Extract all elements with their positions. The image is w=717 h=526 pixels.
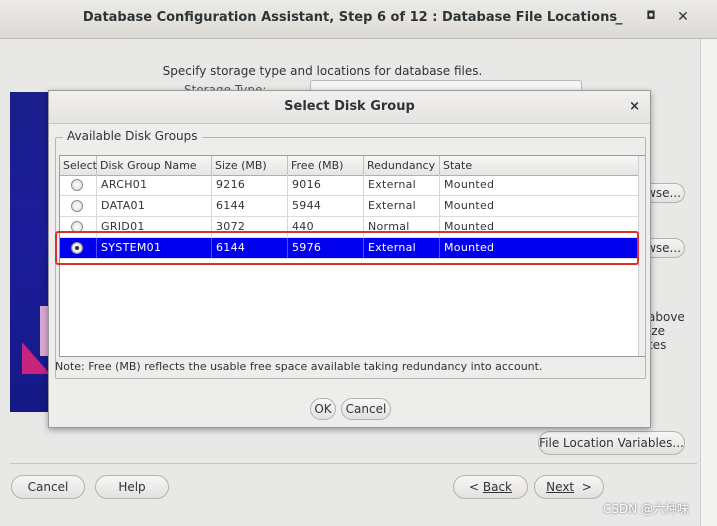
next-label: Next — [546, 480, 575, 494]
disk-group-name: ARCH01 — [97, 175, 212, 195]
table-scrollbar[interactable] — [638, 156, 645, 356]
footer-divider — [10, 463, 697, 464]
column-header-redundancy[interactable]: Redundancy — [364, 156, 440, 175]
file-location-variables-button[interactable]: File Location Variables... — [538, 431, 685, 455]
dialog-title: Select Disk Group — [49, 91, 650, 124]
state: Mounted — [444, 178, 495, 191]
radio-button[interactable] — [71, 179, 83, 191]
back-label: Back — [482, 480, 512, 494]
minimize-icon[interactable]: _ — [609, 9, 629, 25]
state: Mounted — [444, 199, 495, 212]
side-text-line: above — [648, 310, 685, 324]
group-label: Available Disk Groups — [63, 129, 202, 143]
sidebar-art-arrow — [22, 342, 50, 374]
window-title: Database Configuration Assistant, Step 6… — [82, 10, 618, 25]
column-header-select[interactable]: Select — [60, 156, 97, 175]
radio-button[interactable] — [71, 200, 83, 212]
window-scrollbar[interactable] — [700, 39, 717, 526]
column-header-free[interactable]: Free (MB) — [288, 156, 364, 175]
next-button[interactable]: Next > — [534, 475, 604, 499]
window-titlebar[interactable]: Database Configuration Assistant, Step 6… — [0, 0, 717, 39]
ok-button[interactable]: OK — [310, 398, 336, 420]
close-icon[interactable]: ✕ — [673, 9, 693, 25]
table-row[interactable]: DATA01 6144 5944 External Mounted — [60, 196, 638, 217]
free-space-note: Note: Free (MB) reflects the usable free… — [55, 360, 543, 373]
watermark: CSDN @六种味 — [603, 502, 690, 516]
size-mb: 6144 — [212, 196, 288, 216]
table-row[interactable]: ARCH01 9216 9016 External Mounted — [60, 175, 638, 196]
cancel-button[interactable]: Cancel — [11, 475, 85, 499]
column-header-name[interactable]: Disk Group Name — [97, 156, 212, 175]
size-mb: 9216 — [212, 175, 288, 195]
free-mb: 5944 — [288, 196, 364, 216]
dialog-cancel-button[interactable]: Cancel — [341, 398, 391, 420]
disk-group-name: DATA01 — [97, 196, 212, 216]
maximize-icon[interactable]: ◘ — [641, 9, 661, 22]
select-cell — [60, 175, 97, 195]
help-button[interactable]: Help — [95, 475, 169, 499]
instruction-text: Specify storage type and locations for d… — [162, 64, 483, 78]
free-mb: 9016 — [288, 175, 364, 195]
column-header-state[interactable]: State — [440, 156, 638, 175]
chevron-left-icon: < — [468, 480, 483, 494]
redundancy: External — [364, 196, 440, 216]
column-header-size[interactable]: Size (MB) — [212, 156, 288, 175]
select-cell — [60, 196, 97, 216]
sidebar-illustration — [10, 92, 58, 412]
back-button[interactable]: < Back — [453, 475, 528, 499]
redundancy: External — [364, 175, 440, 195]
table-header: Select Disk Group Name Size (MB) Free (M… — [60, 156, 638, 176]
annotation-highlight-box — [55, 231, 639, 265]
chevron-right-icon: > — [574, 480, 592, 494]
dialog-close-icon[interactable]: × — [629, 91, 640, 123]
